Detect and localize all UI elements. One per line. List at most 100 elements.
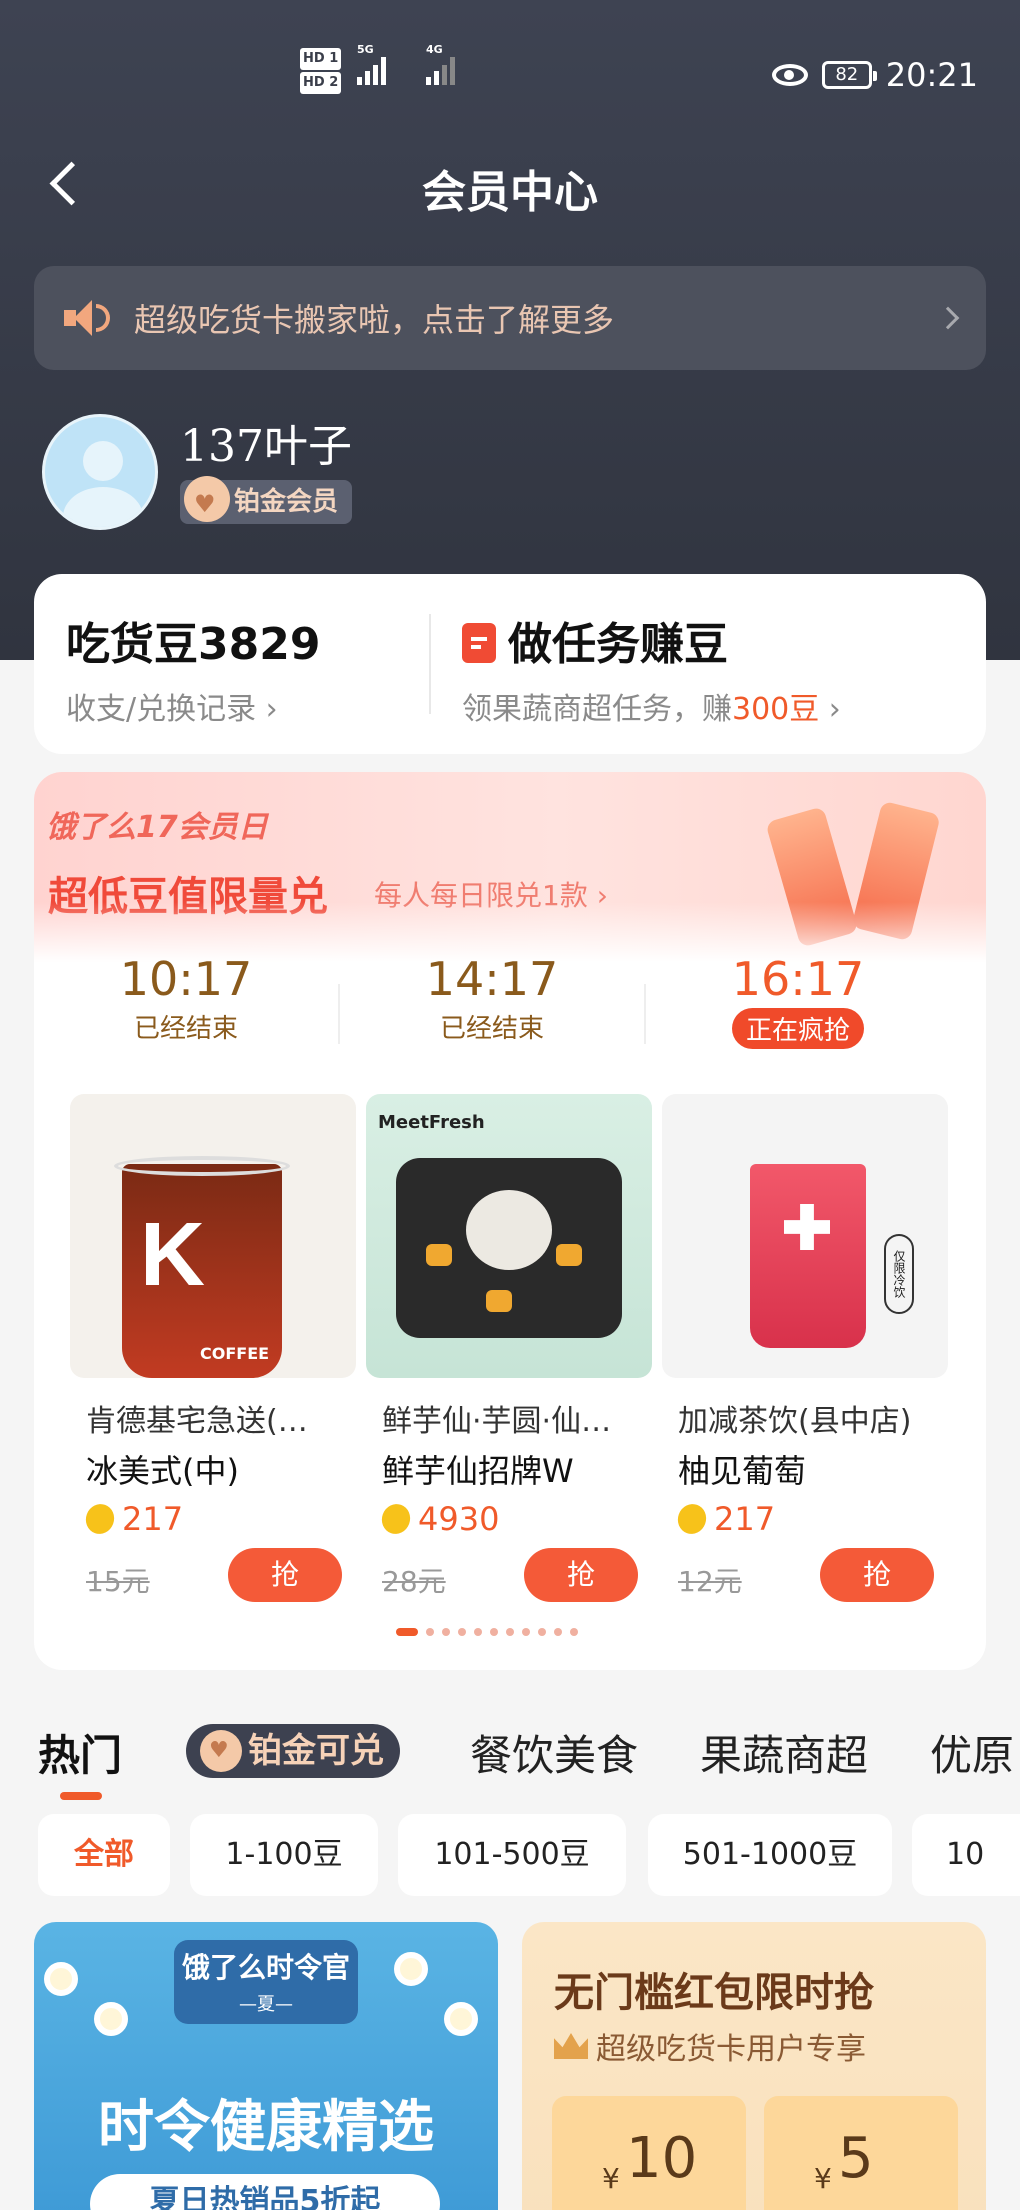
tab-grocery[interactable]: 果蔬商超 (700, 1722, 868, 1783)
coupon-card[interactable]: ¥ 10 (552, 2096, 746, 2210)
filter-all[interactable]: 全部 (38, 1814, 170, 1896)
tab-indicator (60, 1792, 102, 1800)
promo-badge-text: 饿了么时令官 (181, 1951, 350, 1984)
chevron-right-icon: › (819, 692, 841, 727)
product-name: 柚见葡萄 (678, 1452, 807, 1490)
sim-indicators: HD 1 HD 2 (300, 46, 343, 94)
chevron-right-icon (936, 306, 960, 330)
product-price: 217 (662, 1500, 948, 1538)
drink-illustration (851, 800, 941, 942)
product-price: 4930 (366, 1500, 652, 1538)
time-slot-active[interactable]: 16:17 正在疯抢 (648, 952, 948, 1049)
task-title: 做任务赚豆 (508, 619, 728, 670)
flower-decoration (44, 1962, 78, 1996)
filter-1-100[interactable]: 1-100豆 (190, 1814, 378, 1896)
image-label: MeetFresh (378, 1112, 485, 1133)
time-slot[interactable]: 10:17 已经结束 (36, 952, 336, 1045)
net2-label: 4G (426, 43, 443, 56)
tab-platinum[interactable]: 铂金可兑 (186, 1724, 400, 1778)
product-card[interactable]: MeetFresh 鲜芋仙·芋圆·仙… 鲜芋仙招牌W 4930 28元 抢 (366, 1094, 652, 1602)
member-heart-icon (200, 1730, 242, 1772)
image-label: COFFEE (200, 1344, 270, 1363)
bean-icon (81, 1500, 119, 1538)
beans-section[interactable]: 吃货豆3829 收支/兑换记录 › (66, 608, 320, 728)
avatar[interactable] (42, 414, 158, 530)
product-name: 鲜芋仙招牌W (382, 1452, 574, 1490)
coupon-card[interactable]: ¥ 5 (764, 2096, 958, 2210)
product-shop: 加减茶饮(县中店) (678, 1404, 912, 1439)
product-card[interactable]: 仅限冷饮 加减茶饮(县中店) 柚见葡萄 217 12元 抢 (662, 1094, 948, 1602)
grab-button[interactable]: 抢 (228, 1548, 342, 1602)
category-tabs: 热门 铂金可兑 餐饮美食 果蔬商超 优原 (0, 1716, 1020, 1806)
points-card: 吃货豆3829 收支/兑换记录 › 做任务赚豆 领果蔬商超任务，赚300豆 › (34, 574, 986, 754)
grab-button[interactable]: 抢 (820, 1548, 934, 1602)
product-shop: 鲜芋仙·芋圆·仙… (382, 1404, 612, 1439)
currency-symbol: ¥ (602, 2162, 620, 2195)
bean-icon (377, 1500, 415, 1538)
product-image: MeetFresh (366, 1094, 652, 1378)
tab-more[interactable]: 优原 (930, 1722, 1014, 1783)
promo-subtitle: 夏日热销品5折起 (90, 2174, 440, 2210)
drink-illustration (765, 806, 859, 948)
filter-more[interactable]: 10 (912, 1814, 1020, 1896)
promo-red-packet[interactable]: 无门槛红包限时抢 超级吃货卡用户专享 ¥ 10 ¥ 5 (522, 1922, 986, 2210)
promo-badge-sub: —夏— (239, 1994, 293, 2015)
eye-icon (771, 64, 808, 86)
time-slots: 10:17 已经结束 14:17 已经结束 16:17 正在疯抢 (34, 952, 986, 1062)
event-tag: 饿了么17会员日 (46, 810, 268, 845)
product-card[interactable]: K COFFEE 肯德基宅急送(… 冰美式(中) 217 15元 抢 (70, 1094, 356, 1602)
tab-label: 铂金可兑 (248, 1731, 384, 1771)
filter-101-500[interactable]: 101-500豆 (398, 1814, 626, 1896)
flower-decoration (394, 1952, 428, 1986)
member-level-label: 铂金会员 (234, 487, 339, 517)
signal-bars-icon (426, 55, 455, 85)
flash-banner[interactable]: 饿了么17会员日 超低豆值限量兑 每人每日限兑1款 › (34, 772, 986, 962)
promo-seasonal[interactable]: 饿了么时令官 —夏— 时令健康精选 夏日热销品5折起 (34, 1922, 498, 2210)
divider (338, 984, 340, 1044)
beans-records-link[interactable]: 收支/兑换记录 › (66, 684, 320, 728)
product-image: 仅限冷饮 (662, 1094, 948, 1378)
currency-symbol: ¥ (814, 2162, 832, 2195)
grab-button[interactable]: 抢 (524, 1548, 638, 1602)
product-shop: 肯德基宅急送(… (86, 1404, 308, 1439)
task-section[interactable]: 做任务赚豆 领果蔬商超任务，赚300豆 › (462, 608, 841, 728)
hd1-badge: HD 1 (300, 48, 342, 70)
slot-time: 10:17 (119, 952, 253, 1006)
slot-state: 已经结束 (439, 1014, 544, 1044)
crown-icon (554, 2033, 588, 2059)
promo-subtitle: 超级吃货卡用户专享 (554, 2024, 866, 2068)
net1-label: 5G (357, 43, 374, 56)
coupon-value: 10 (626, 2126, 698, 2191)
tab-food[interactable]: 餐饮美食 (470, 1722, 638, 1783)
tab-hot[interactable]: 热门 (38, 1722, 122, 1783)
nav-bar: 会员中心 (0, 150, 1020, 218)
username: 137叶子 (180, 421, 352, 472)
slot-time: 16:17 (731, 952, 865, 1006)
original-price: 28元 (382, 1565, 446, 1598)
flash-title: 超低豆值限量兑 (48, 874, 328, 920)
speaker-icon (64, 298, 110, 338)
task-sub[interactable]: 领果蔬商超任务，赚300豆 › (462, 684, 841, 728)
signal-icons: 5G 4G (357, 43, 455, 85)
divider (429, 614, 431, 714)
price-value: 4930 (418, 1500, 500, 1538)
notice-bar[interactable]: 超级吃货卡搬家啦，点击了解更多 (34, 266, 986, 370)
bean-range-filters: 全部 1-100豆 101-500豆 501-1000豆 10 (0, 1814, 1020, 1898)
time-slot[interactable]: 14:17 已经结束 (342, 952, 642, 1045)
price-value: 217 (122, 1500, 184, 1538)
member-heart-icon (184, 476, 230, 526)
product-carousel[interactable]: K COFFEE 肯德基宅急送(… 冰美式(中) 217 15元 抢 MeetF… (70, 1094, 950, 1602)
price-value: 217 (714, 1500, 776, 1538)
flash-subtitle: 每人每日限兑1款 › (374, 879, 608, 912)
coupon-value: 5 (838, 2126, 874, 2191)
task-list-icon (462, 623, 496, 663)
promo-subtitle-text: 超级吃货卡用户专享 (596, 2032, 866, 2067)
original-price: 15元 (86, 1565, 150, 1598)
member-level-badge[interactable]: 铂金会员 (180, 476, 353, 526)
promo-title: 时令健康精选 (98, 2095, 434, 2160)
filter-501-1000[interactable]: 501-1000豆 (648, 1814, 892, 1896)
slot-state: 已经结束 (133, 1014, 238, 1044)
flower-decoration (94, 2002, 128, 2036)
product-price: 217 (70, 1500, 356, 1538)
bean-icon (673, 1500, 711, 1538)
